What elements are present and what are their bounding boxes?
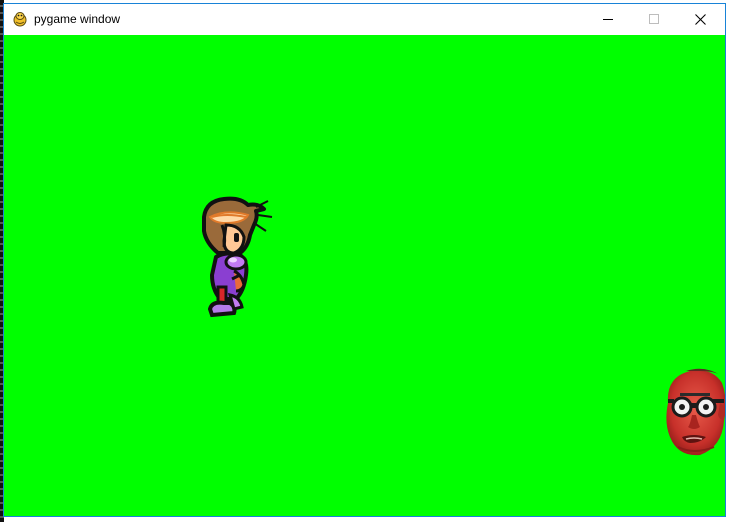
close-icon bbox=[694, 13, 706, 25]
enemy-face-sprite bbox=[666, 368, 725, 456]
maximize-icon bbox=[648, 13, 660, 25]
minimize-button[interactable] bbox=[585, 4, 631, 34]
title-bar[interactable]: pygame window bbox=[4, 4, 725, 35]
minimize-icon bbox=[602, 14, 614, 25]
player-character-sprite bbox=[202, 196, 273, 318]
game-canvas[interactable] bbox=[4, 35, 725, 516]
pygame-snake-icon bbox=[12, 11, 28, 27]
close-button[interactable] bbox=[677, 4, 723, 34]
maximize-button[interactable] bbox=[631, 4, 677, 34]
window-title: pygame window bbox=[34, 12, 121, 26]
pygame-window: pygame window bbox=[3, 3, 726, 517]
